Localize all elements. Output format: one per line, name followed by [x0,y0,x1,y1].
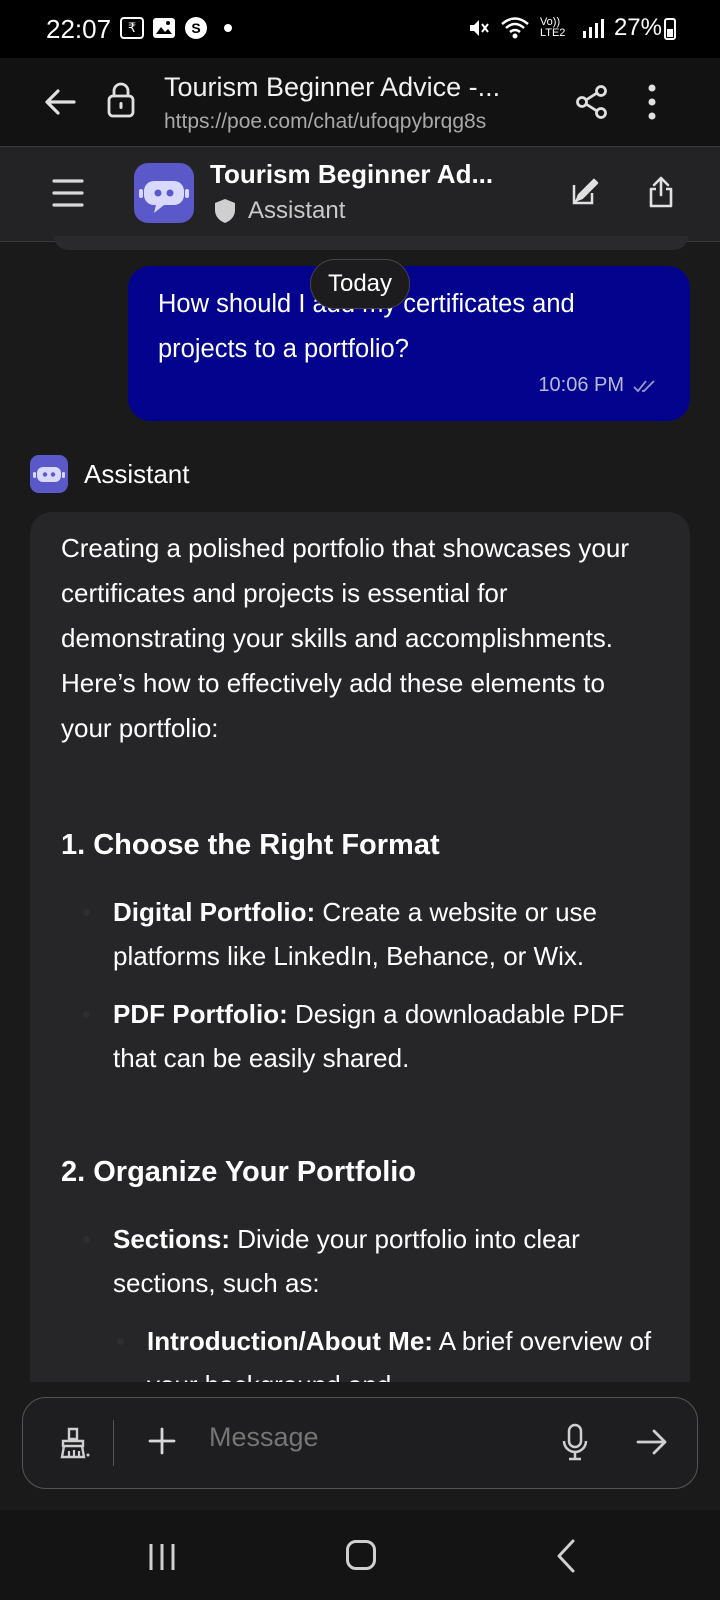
bot-subtitle-row: Assistant [214,197,345,225]
message-input[interactable] [209,1422,539,1453]
message-composer [22,1397,698,1489]
bot-face-icon-small [33,467,65,482]
lock-icon[interactable] [106,82,136,118]
battery-icon [664,18,676,40]
home-button[interactable] [346,1540,376,1570]
share-upload-icon[interactable] [648,175,674,209]
microphone-icon[interactable] [561,1422,589,1462]
double-check-icon [633,379,655,392]
bot-message-bubble: Creating a polished portfolio that showc… [30,512,690,1382]
browser-url[interactable]: https://poe.com/chat/ufoqpybrqg8s [164,110,486,134]
organize-list: Sections: Divide your portfolio into cle… [61,1217,661,1305]
list-item: Introduction/About Me: A brief overview … [61,1319,661,1382]
response-intro: Creating a polished portfolio that showc… [61,533,629,743]
status-bar: 22:07 ₹ S Vo)) LTE2 27% [0,0,720,58]
network-label: Vo)) LTE2 [539,16,566,39]
gallery-icon [153,18,175,38]
bot-title[interactable]: Tourism Beginner Ad... [210,159,493,190]
mute-icon [469,20,489,36]
edit-icon[interactable] [570,177,600,207]
signal-icon [582,19,604,38]
shield-icon [215,199,235,223]
bot-message-content: Creating a polished portfolio that showc… [61,526,661,1382]
recent-apps-icon[interactable] [148,1542,176,1572]
list-item: Digital Portfolio: Create a website or u… [61,890,661,978]
bot-small-avatar[interactable] [30,455,68,493]
bot-name-row: Assistant [30,455,190,493]
browser-bar: Tourism Beginner Advice -... https://poe… [0,58,720,147]
attach-plus-icon[interactable] [147,1426,177,1456]
chat-header: Tourism Beginner Ad... Assistant [0,147,720,242]
bot-subtitle: Assistant [248,197,346,224]
status-right: Vo)) LTE2 27% [466,14,662,42]
battery-percent: 27% [613,14,662,41]
bot-face-icon [139,181,189,213]
more-vert-icon[interactable] [646,82,658,122]
s-app-icon: S [185,17,207,39]
list-item: Sections: Divide your portfolio into cle… [61,1217,661,1305]
more-notifications-dot [224,24,232,32]
format-list: Digital Portfolio: Create a website or u… [61,890,661,1080]
organize-sublist: Introduction/About Me: A brief overview … [61,1319,661,1382]
response-heading-2: 2. Organize Your Portfolio [61,1156,417,1188]
previous-message-edge [54,236,688,250]
message-meta: 10:06 PM [538,374,658,397]
share-icon[interactable] [574,84,610,120]
response-heading-1: 1. Choose the Right Format [61,829,440,861]
system-nav-bar [0,1510,720,1600]
svg-text:S: S [191,20,200,36]
rupee-app-icon: ₹ [120,17,144,39]
notification-icons: ₹ S [120,16,232,40]
composer-divider [113,1420,114,1466]
nav-back-icon[interactable] [556,1538,576,1574]
user-message-text: How should I add my certificates and pro… [158,290,575,363]
message-time: 10:06 PM [538,374,624,396]
bot-avatar[interactable] [134,163,194,223]
clear-context-brush-icon[interactable] [57,1426,91,1460]
status-time: 22:07 [46,14,112,44]
menu-icon[interactable] [52,175,84,211]
wifi-icon [501,17,529,39]
back-arrow-icon[interactable] [40,82,80,122]
bot-name: Assistant [84,458,190,489]
list-item: PDF Portfolio: Design a downloadable PDF… [61,992,661,1080]
browser-page-title[interactable]: Tourism Beginner Advice -... [164,72,500,103]
date-divider: Today [310,259,410,309]
send-arrow-icon[interactable] [635,1426,669,1458]
